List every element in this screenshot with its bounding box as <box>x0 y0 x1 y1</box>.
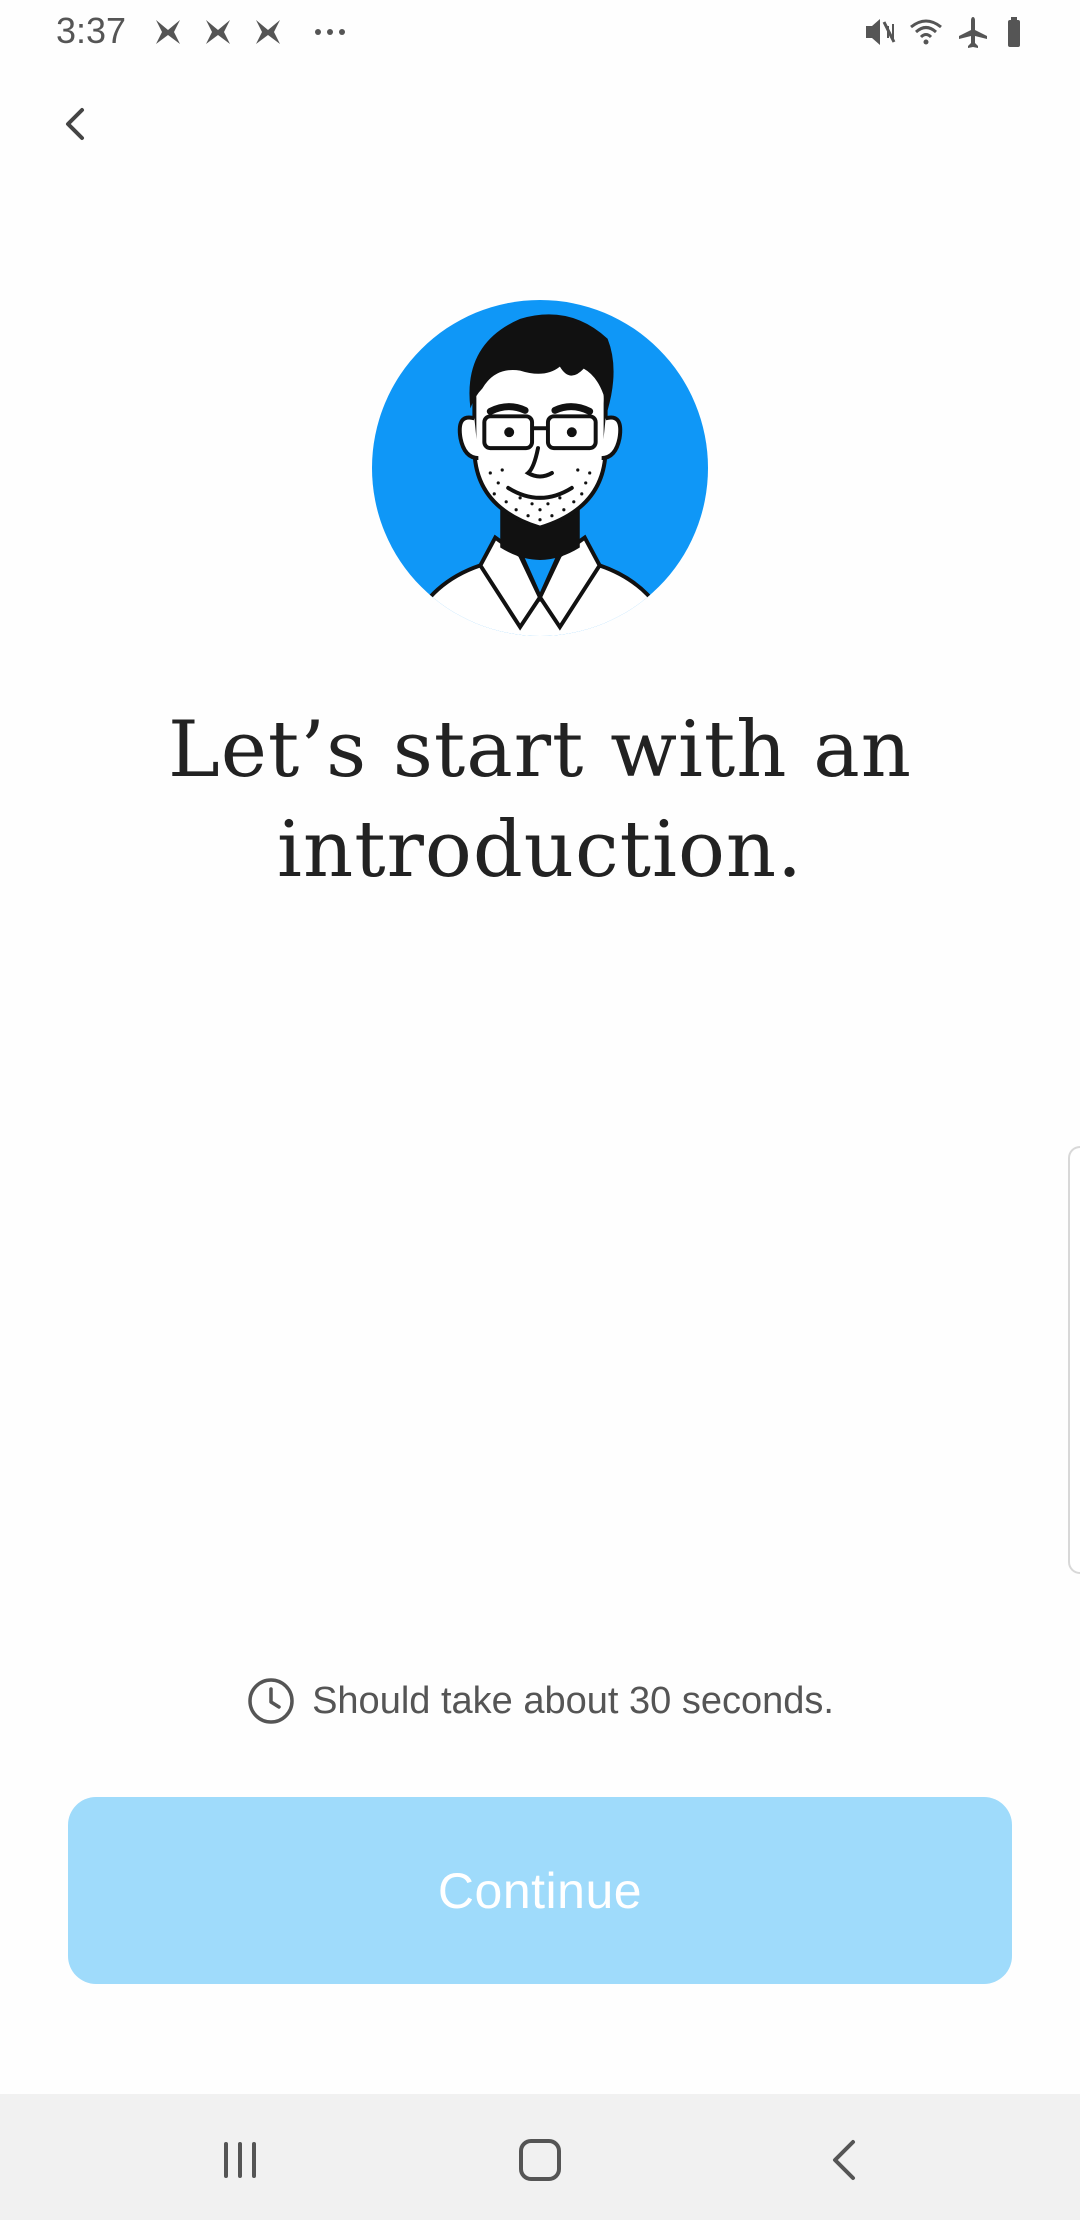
page-title-line-1: Let’s start with an <box>167 705 913 795</box>
status-bar: 3:37 <box>0 0 1080 66</box>
status-time: 3:37 <box>56 10 127 51</box>
system-navigation-bar <box>0 2094 1080 2220</box>
time-estimate: Should take about 30 seconds. <box>0 1676 1080 1726</box>
x-notification-icon <box>200 14 236 50</box>
continue-button-label: Continue <box>437 1862 643 1919</box>
back-icon <box>833 2140 855 2180</box>
x-notification-icon <box>150 14 186 50</box>
home-icon <box>519 2139 561 2181</box>
clock-icon <box>246 1676 296 1726</box>
time-estimate-text: Should take about 30 seconds. <box>312 1679 834 1722</box>
recent-apps-icon <box>224 2142 256 2178</box>
continue-button[interactable]: Continue <box>68 1797 1012 1984</box>
page-title-line-2: introduction. <box>277 805 803 895</box>
edge-panel-handle[interactable] <box>1068 1146 1080 1574</box>
page-title: Let’s start with an introduction. <box>90 700 990 900</box>
home-button[interactable] <box>510 2130 570 2190</box>
wifi-icon <box>908 14 944 50</box>
vibrate-mute-icon <box>862 14 898 50</box>
avatar <box>371 298 709 638</box>
recent-apps-button[interactable] <box>210 2130 270 2190</box>
battery-icon <box>1000 14 1036 50</box>
x-notification-icon <box>250 14 286 50</box>
back-button[interactable] <box>48 96 104 152</box>
system-back-button[interactable] <box>815 2130 875 2190</box>
more-dots-icon <box>312 14 348 50</box>
illustrated-man-with-glasses-avatar <box>371 299 709 637</box>
chevron-left-icon <box>66 108 84 140</box>
airplane-mode-icon <box>955 14 991 50</box>
